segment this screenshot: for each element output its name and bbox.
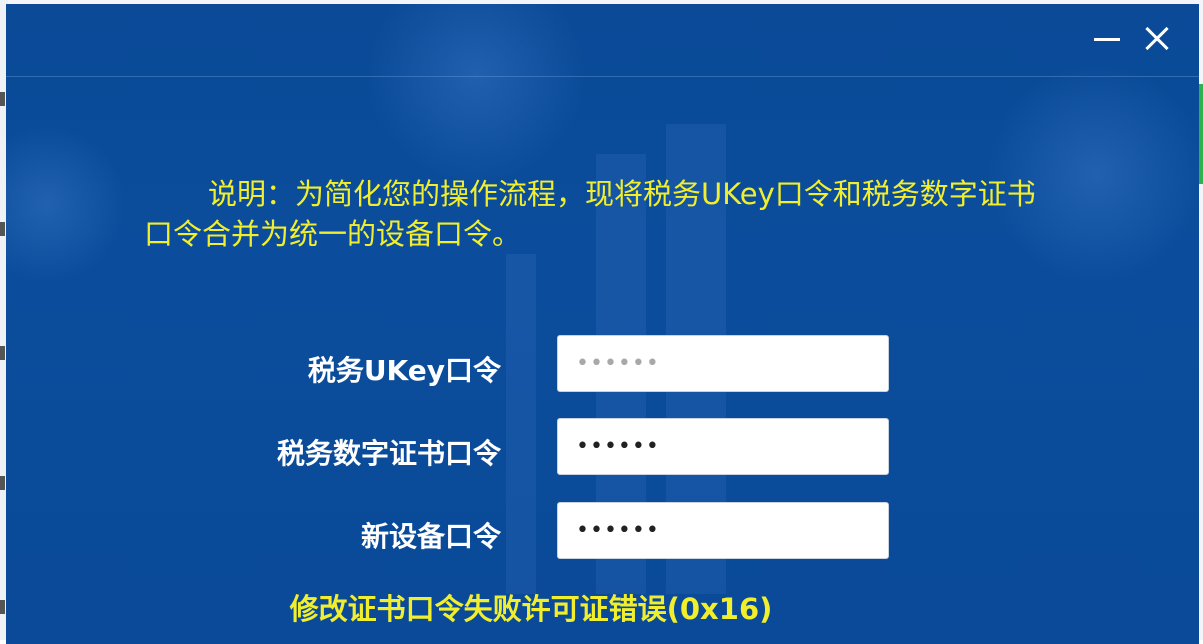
decorative-building — [506, 254, 536, 594]
new-device-password-label: 新设备口令 — [360, 520, 501, 553]
new-device-password-input[interactable]: •••••• — [557, 502, 889, 559]
background-text-fragment — [0, 476, 5, 490]
cert-password-input[interactable]: •••••• — [557, 418, 889, 475]
notice-text: 说明：为简化您的操作流程，现将税务UKey口令和税务数字证书口令合并为统一的设备… — [144, 177, 1036, 251]
ukey-password-input[interactable]: •••••• — [557, 335, 889, 392]
background-text-fragment — [0, 600, 5, 614]
close-icon[interactable] — [1140, 22, 1174, 56]
dialog-titlebar — [6, 4, 1199, 77]
minimize-icon[interactable] — [1090, 22, 1124, 56]
error-message: 修改证书口令失败许可证错误(0x16) — [289, 592, 773, 626]
decorative-glow — [6, 124, 126, 284]
ukey-password-label: 税务UKey口令 — [307, 354, 501, 387]
cert-password-label: 税务数字证书口令 — [276, 437, 501, 470]
background-text-fragment — [0, 92, 5, 106]
change-password-dialog: 说明：为简化您的操作流程，现将税务UKey口令和税务数字证书口令合并为统一的设备… — [6, 4, 1199, 644]
background-text-fragment — [0, 346, 5, 360]
background-text-fragment — [0, 222, 5, 236]
background-scroll-indicator — [1199, 84, 1203, 184]
